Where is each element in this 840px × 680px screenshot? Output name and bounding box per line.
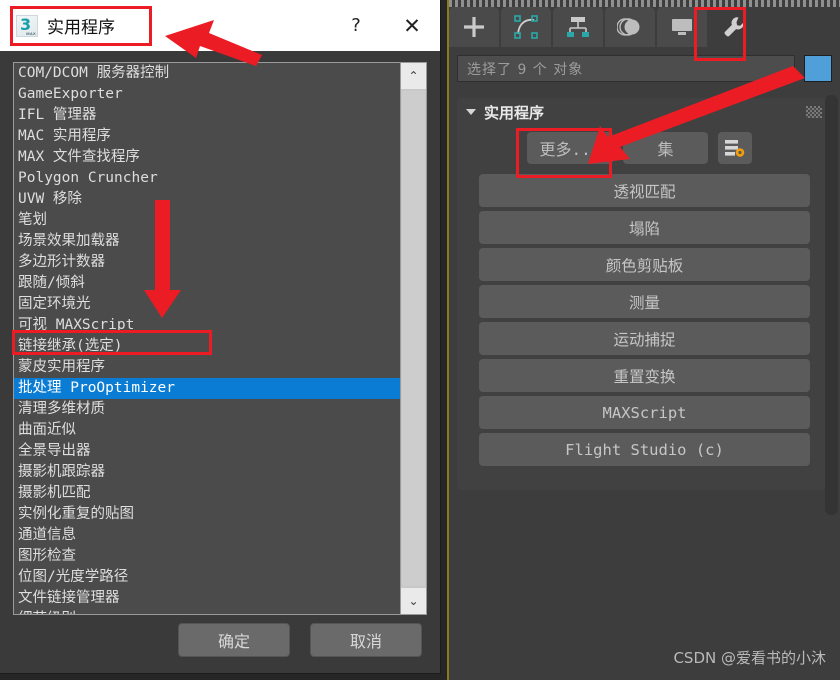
dialog-titlebar[interactable]: 3 MAX 实用程序 ? ✕ [0, 0, 440, 51]
utility-button[interactable]: 透视匹配 [479, 174, 810, 207]
list-item[interactable]: GameExporter [14, 84, 400, 105]
titlebar-left: 3 MAX 实用程序 [0, 13, 115, 38]
list-item[interactable]: 实例化重复的贴图 [14, 504, 400, 525]
command-panel-tabs [449, 7, 840, 47]
list-item[interactable]: 跟随/倾斜 [14, 273, 400, 294]
list-item-selected[interactable]: 批处理 ProOptimizer [14, 378, 400, 399]
utility-button[interactable]: 塌陷 [479, 211, 810, 244]
list-item[interactable]: 图形检查 [14, 546, 400, 567]
dialog-title: 实用程序 [47, 18, 115, 38]
rollout-grip-icon [806, 106, 822, 118]
utilities-list[interactable]: COM/DCOM 服务器控制 GameExporter IFL 管理器 MAC 实用程… [14, 63, 400, 614]
list-item[interactable]: 笔划 [14, 210, 400, 231]
list-item[interactable]: 多边形计数器 [14, 252, 400, 273]
more-button[interactable]: 更多... [527, 132, 613, 164]
dialog-button-row: 确定 取消 [0, 623, 440, 657]
selection-name-field[interactable]: 选择了 9 个 对象 [457, 55, 795, 82]
selection-name-text: 选择了 9 个 对象 [467, 61, 584, 78]
list-item[interactable]: 摄影机匹配 [14, 483, 400, 504]
rollout-title: 实用程序 [484, 103, 545, 122]
scrollbar-thumb[interactable] [402, 91, 425, 586]
titlebar-controls: ? ✕ [328, 0, 440, 51]
list-item[interactable]: 场景效果加载器 [14, 231, 400, 252]
list-item[interactable]: 清理多维材质 [14, 399, 400, 420]
rollout-top-row: 更多... 集 [457, 126, 832, 164]
list-item[interactable]: UVW 移除 [14, 189, 400, 210]
list-scrollbar[interactable]: ⌃ ⌄ [400, 63, 426, 614]
list-item[interactable]: 曲面近似 [14, 420, 400, 441]
hierarchy-icon [567, 17, 589, 37]
3dsmax-icon-sub: MAX [26, 30, 36, 36]
wrench-icon [724, 17, 744, 37]
utility-button[interactable]: 运动捕捉 [479, 322, 810, 355]
sets-button[interactable]: 集 [623, 132, 708, 164]
plus-icon [464, 17, 484, 37]
list-item[interactable]: MAC 实用程序 [14, 126, 400, 147]
tab-hierarchy[interactable] [553, 7, 603, 47]
list-item[interactable]: 通道信息 [14, 525, 400, 546]
panel-drag-strip[interactable] [449, 0, 840, 7]
list-item[interactable]: 链接继承(选定) [14, 336, 400, 357]
watermark: CSDN @爱看书的小沐 [673, 649, 826, 667]
list-item[interactable]: 固定环境光 [14, 294, 400, 315]
utility-button[interactable]: Flight Studio (c) [479, 433, 810, 466]
motion-icon [617, 18, 640, 36]
list-item[interactable]: 可视 MAXScript [14, 315, 400, 336]
list-item[interactable]: 文件链接管理器 [14, 588, 400, 609]
list-item[interactable]: 全景导出器 [14, 441, 400, 462]
utilities-dialog: 3 MAX 实用程序 ? ✕ COM/DCOM 服务器控制 GameExporte… [0, 0, 440, 673]
command-panel-scrollbar[interactable] [825, 95, 838, 515]
utility-button[interactable]: 测量 [479, 285, 810, 318]
help-button[interactable]: ? [328, 0, 384, 51]
modify-curve-icon [514, 15, 538, 39]
chevron-down-icon[interactable] [466, 109, 476, 115]
list-item[interactable]: 位图/光度学路径 [14, 567, 400, 588]
ok-button[interactable]: 确定 [178, 623, 290, 657]
list-item[interactable]: COM/DCOM 服务器控制 [14, 63, 400, 84]
scroll-down-icon[interactable]: ⌄ [401, 588, 426, 614]
tab-display[interactable] [657, 7, 707, 47]
list-item[interactable]: 蒙皮实用程序 [14, 357, 400, 378]
utilities-listbox[interactable]: COM/DCOM 服务器控制 GameExporter IFL 管理器 MAC 实用程… [13, 62, 427, 615]
screenshot-root: 3 MAX 实用程序 ? ✕ COM/DCOM 服务器控制 GameExporte… [0, 0, 840, 680]
display-monitor-icon [672, 19, 692, 35]
utility-button[interactable]: MAXScript [479, 396, 810, 429]
list-item[interactable]: MAX 文件查找程序 [14, 147, 400, 168]
tab-utilities[interactable] [709, 7, 759, 47]
utility-button-list: 透视匹配塌陷颜色剪贴板测量运动捕捉重置变换 MAXScript Flight Stu… [457, 174, 832, 466]
rollout-header[interactable]: 实用程序 [457, 98, 832, 126]
tab-motion[interactable] [605, 7, 655, 47]
cancel-button[interactable]: 取消 [310, 623, 422, 657]
utilities-rollout: 实用程序 更多... 集 透视匹配塌陷颜色剪贴板测量运动捕捉重置变换 MAXScr… [457, 98, 832, 490]
configure-button-sets-icon[interactable] [718, 132, 752, 164]
object-color-swatch[interactable] [804, 55, 832, 82]
command-panel: 选择了 9 个 对象 实用程序 更多... 集 透视匹配 塌陷 颜色剪贴板 测量… [449, 0, 840, 680]
list-item[interactable]: Polygon Cruncher [14, 168, 400, 189]
close-icon[interactable]: ✕ [384, 0, 440, 51]
tab-modify[interactable] [501, 7, 551, 47]
list-item[interactable]: 摄影机跟踪器 [14, 462, 400, 483]
3dsmax-icon: 3 MAX [16, 14, 38, 37]
scroll-up-icon[interactable]: ⌃ [401, 63, 426, 89]
utility-button[interactable]: 重置变换 [479, 359, 810, 392]
tab-create[interactable] [449, 7, 499, 47]
list-item[interactable]: IFL 管理器 [14, 105, 400, 126]
utility-button[interactable]: 颜色剪贴板 [479, 248, 810, 281]
list-item[interactable]: 细节级别 [14, 609, 400, 614]
